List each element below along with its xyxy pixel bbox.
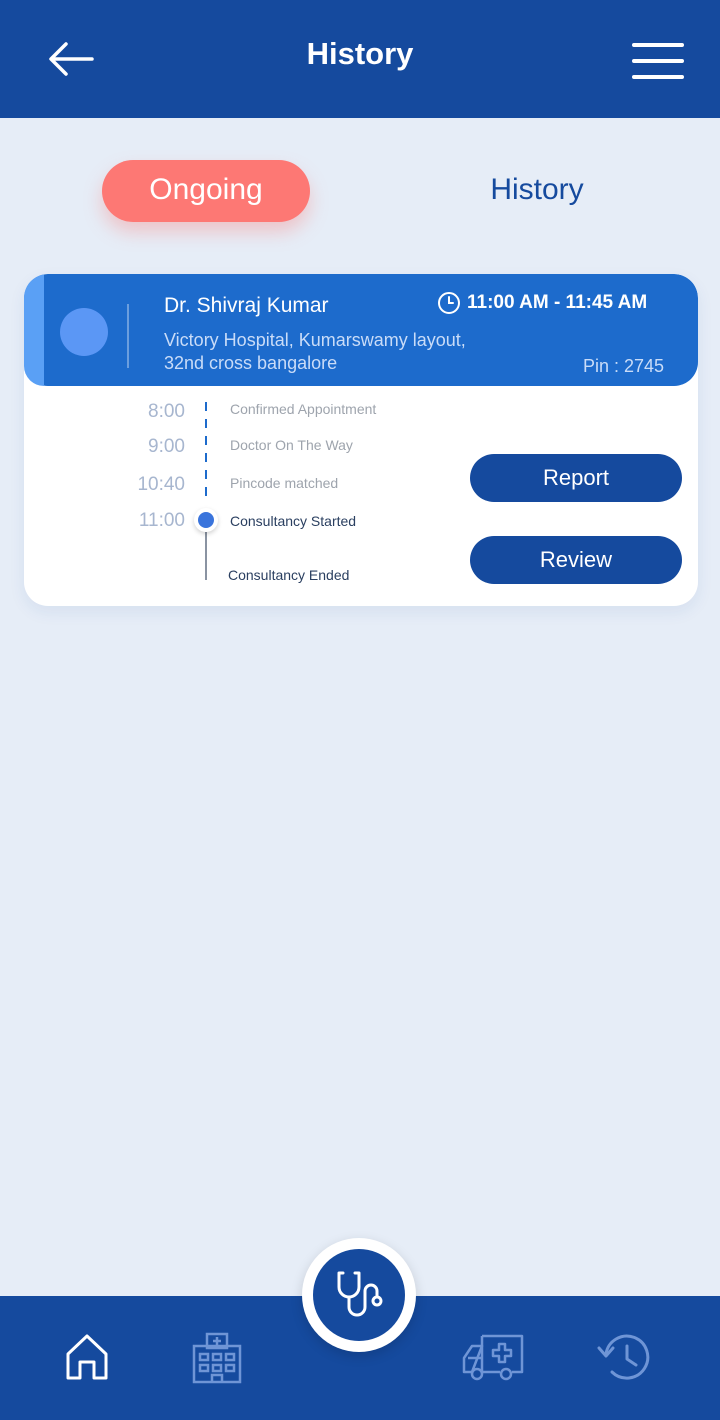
history-icon[interactable]: [596, 1332, 654, 1384]
address-line-1: Victory Hospital, Kumarswamy layout,: [164, 330, 466, 350]
doctor-name: Dr. Shivraj Kumar: [164, 294, 329, 317]
timeline-time: 11:00: [138, 510, 185, 531]
doctor-avatar: [60, 308, 108, 356]
card-accent-bar: [24, 274, 44, 386]
timeline-label: Pincode matched: [230, 475, 339, 491]
stethoscope-icon: [337, 1271, 383, 1317]
review-button[interactable]: Review: [470, 536, 682, 584]
timeline-dashed-line: [205, 402, 207, 502]
appointment-card[interactable]: Dr. Shivraj Kumar Victory Hospital, Kuma…: [24, 274, 698, 606]
timeline-current-dot: [194, 508, 218, 532]
pin-code: Pin : 2745: [582, 356, 664, 376]
timeline-solid-line: [205, 532, 207, 580]
tab-history[interactable]: History: [437, 160, 637, 222]
timeline-time: 8:00: [148, 401, 185, 422]
tab-ongoing[interactable]: Ongoing: [102, 160, 310, 222]
timeline-label: Doctor On The Way: [230, 437, 353, 453]
consult-fab[interactable]: [302, 1238, 416, 1352]
timeline-time: 10:40: [137, 474, 185, 495]
home-icon[interactable]: [62, 1332, 112, 1382]
app-header: History: [0, 0, 720, 118]
timeline-label: Confirmed Appointment: [230, 401, 377, 417]
header-divider: [127, 304, 129, 368]
report-button[interactable]: Report: [470, 454, 682, 502]
page-title: History: [306, 36, 414, 71]
hospital-icon[interactable]: [190, 1332, 244, 1384]
appointment-time: 11:00 AM - 11:45 AM: [437, 290, 647, 316]
timeline-label: Consultancy Ended: [228, 567, 350, 583]
appointment-card-header: Dr. Shivraj Kumar Victory Hospital, Kuma…: [24, 274, 698, 386]
clock-icon: [438, 292, 460, 314]
ambulance-icon[interactable]: [460, 1332, 526, 1382]
address-line-2: 32nd cross bangalore: [164, 353, 338, 373]
time-range: 11:00 AM - 11:45 AM: [467, 292, 648, 313]
hamburger-menu-icon[interactable]: [632, 42, 684, 80]
timeline-time: 9:00: [148, 436, 185, 457]
timeline-label: Consultancy Started: [230, 513, 357, 529]
consult-fab-inner[interactable]: [313, 1249, 405, 1341]
hospital-address: Victory Hospital, Kumarswamy layout, 32n…: [164, 329, 494, 375]
